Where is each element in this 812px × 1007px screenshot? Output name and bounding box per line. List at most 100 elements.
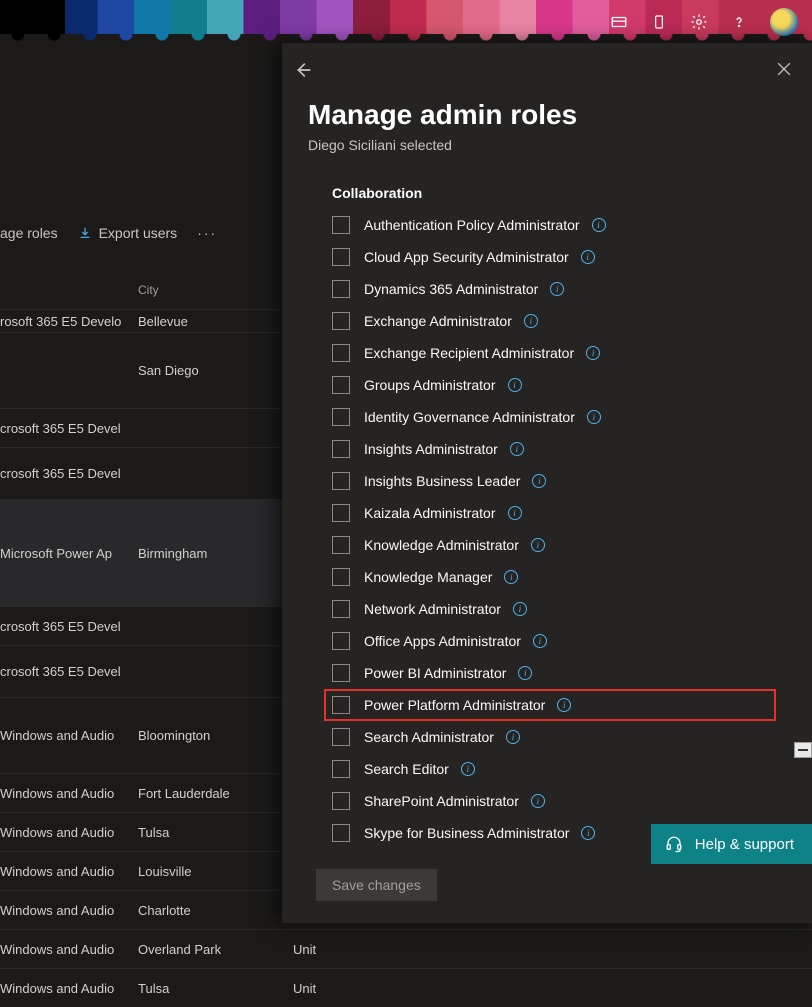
cell-city: Overland Park bbox=[132, 942, 287, 957]
scroll-collapse-icon[interactable] bbox=[794, 742, 812, 758]
role-checkbox[interactable] bbox=[332, 344, 350, 362]
card-icon[interactable] bbox=[610, 13, 628, 31]
info-icon[interactable]: i bbox=[581, 250, 595, 264]
info-icon[interactable]: i bbox=[506, 730, 520, 744]
col-licenses[interactable] bbox=[0, 283, 132, 297]
role-item: Cloud App Security Administrator i bbox=[332, 241, 784, 273]
cell-licenses: crosoft 365 E5 Devel bbox=[0, 664, 132, 679]
info-icon[interactable]: i bbox=[461, 762, 475, 776]
role-item: Office Apps Administrator i bbox=[332, 625, 784, 657]
role-checkbox[interactable] bbox=[332, 728, 350, 746]
info-icon[interactable]: i bbox=[550, 282, 564, 296]
role-label[interactable]: Network Administrator bbox=[364, 601, 501, 617]
info-icon[interactable]: i bbox=[532, 474, 546, 488]
cell-licenses: crosoft 365 E5 Devel bbox=[0, 619, 132, 634]
role-checkbox[interactable] bbox=[332, 248, 350, 266]
role-label[interactable]: Power Platform Administrator bbox=[364, 697, 545, 713]
user-avatar[interactable] bbox=[770, 8, 798, 36]
cell-city: Louisville bbox=[132, 864, 287, 879]
role-label[interactable]: Power BI Administrator bbox=[364, 665, 506, 681]
role-item: Identity Governance Administrator i bbox=[332, 401, 784, 433]
info-icon[interactable]: i bbox=[533, 634, 547, 648]
table-row[interactable]: Windows and AudioTulsaUnit bbox=[0, 968, 812, 1007]
role-checkbox[interactable] bbox=[332, 504, 350, 522]
role-checkbox[interactable] bbox=[332, 696, 350, 714]
back-arrow-icon[interactable] bbox=[292, 59, 316, 83]
cell-licenses: rosoft 365 E5 Develo bbox=[0, 314, 132, 329]
role-label[interactable]: Skype for Business Administrator bbox=[364, 825, 569, 841]
info-icon[interactable]: i bbox=[557, 698, 571, 712]
close-icon[interactable] bbox=[774, 59, 798, 83]
role-label[interactable]: Insights Administrator bbox=[364, 441, 498, 457]
info-icon[interactable]: i bbox=[587, 410, 601, 424]
role-checkbox[interactable] bbox=[332, 568, 350, 586]
role-label[interactable]: Insights Business Leader bbox=[364, 473, 520, 489]
role-label[interactable]: Authentication Policy Administrator bbox=[364, 217, 580, 233]
cell-city: Birmingham bbox=[132, 546, 287, 561]
role-label[interactable]: Groups Administrator bbox=[364, 377, 496, 393]
role-checkbox[interactable] bbox=[332, 664, 350, 682]
role-label[interactable]: Exchange Recipient Administrator bbox=[364, 345, 574, 361]
role-checkbox[interactable] bbox=[332, 376, 350, 394]
panel-subtitle: Diego Siciliani selected bbox=[308, 137, 790, 153]
role-checkbox[interactable] bbox=[332, 472, 350, 490]
info-icon[interactable]: i bbox=[510, 442, 524, 456]
info-icon[interactable]: i bbox=[581, 826, 595, 840]
info-icon[interactable]: i bbox=[524, 314, 538, 328]
role-label[interactable]: Identity Governance Administrator bbox=[364, 409, 575, 425]
info-icon[interactable]: i bbox=[518, 666, 532, 680]
info-icon[interactable]: i bbox=[531, 538, 545, 552]
help-question-icon[interactable] bbox=[730, 13, 748, 31]
role-checkbox[interactable] bbox=[332, 792, 350, 810]
info-icon[interactable]: i bbox=[513, 602, 527, 616]
info-icon[interactable]: i bbox=[504, 570, 518, 584]
info-icon[interactable]: i bbox=[508, 506, 522, 520]
role-checkbox[interactable] bbox=[332, 600, 350, 618]
info-icon[interactable]: i bbox=[531, 794, 545, 808]
role-label[interactable]: SharePoint Administrator bbox=[364, 793, 519, 809]
role-checkbox[interactable] bbox=[332, 760, 350, 778]
role-label[interactable]: Knowledge Administrator bbox=[364, 537, 519, 553]
role-label[interactable]: Dynamics 365 Administrator bbox=[364, 281, 538, 297]
role-label[interactable]: Search Editor bbox=[364, 761, 449, 777]
settings-gear-icon[interactable] bbox=[690, 13, 708, 31]
export-users-action[interactable]: Export users bbox=[78, 225, 178, 241]
role-checkbox[interactable] bbox=[332, 440, 350, 458]
section-collaboration: Collaboration bbox=[282, 169, 804, 209]
more-actions-icon[interactable]: ··· bbox=[197, 225, 217, 241]
role-label[interactable]: Office Apps Administrator bbox=[364, 633, 521, 649]
role-label[interactable]: Knowledge Manager bbox=[364, 569, 492, 585]
cell-city: Charlotte bbox=[132, 903, 287, 918]
role-label[interactable]: Search Administrator bbox=[364, 729, 494, 745]
download-icon bbox=[78, 226, 92, 240]
role-checkbox[interactable] bbox=[332, 824, 350, 842]
role-checkbox[interactable] bbox=[332, 632, 350, 650]
help-support-button[interactable]: Help & support bbox=[651, 824, 812, 864]
role-label[interactable]: Exchange Administrator bbox=[364, 313, 512, 329]
role-checkbox[interactable] bbox=[332, 216, 350, 234]
manage-roles-label: age roles bbox=[0, 225, 58, 241]
cell-licenses: Microsoft Power Ap bbox=[0, 546, 132, 561]
role-checkbox[interactable] bbox=[332, 536, 350, 554]
help-support-label: Help & support bbox=[695, 836, 794, 853]
info-icon[interactable]: i bbox=[586, 346, 600, 360]
role-checkbox[interactable] bbox=[332, 312, 350, 330]
role-item: Insights Administrator i bbox=[332, 433, 784, 465]
role-checkbox[interactable] bbox=[332, 408, 350, 426]
save-changes-button[interactable]: Save changes bbox=[316, 869, 437, 901]
device-icon[interactable] bbox=[650, 13, 668, 31]
manage-roles-action[interactable]: age roles bbox=[0, 225, 58, 241]
role-checkbox[interactable] bbox=[332, 280, 350, 298]
info-icon[interactable]: i bbox=[592, 218, 606, 232]
role-label[interactable]: Cloud App Security Administrator bbox=[364, 249, 569, 265]
role-item: Search Administrator i bbox=[332, 721, 784, 753]
info-icon[interactable]: i bbox=[508, 378, 522, 392]
panel-scroll-area[interactable]: Collaboration Authentication Policy Admi… bbox=[282, 169, 804, 923]
col-city[interactable]: City bbox=[132, 283, 287, 297]
role-item: Insights Business Leader i bbox=[332, 465, 784, 497]
table-row[interactable]: Windows and AudioOverland ParkUnit bbox=[0, 929, 812, 968]
cell-licenses: Windows and Audio bbox=[0, 981, 132, 996]
role-label[interactable]: Kaizala Administrator bbox=[364, 505, 496, 521]
cell-city: Bloomington bbox=[132, 728, 287, 743]
cell-country: Unit bbox=[287, 942, 387, 957]
